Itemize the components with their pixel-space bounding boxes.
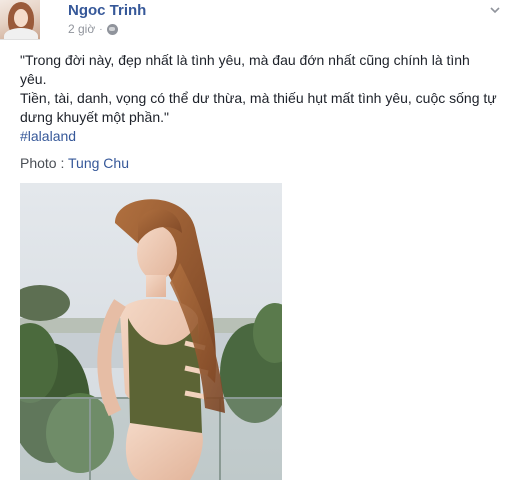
post-photo[interactable]: [20, 183, 282, 480]
avatar-shoulder: [4, 28, 38, 39]
post-text-line-1: "Trong đời này, đẹp nhất là tình yêu, mà…: [20, 52, 470, 87]
avatar-face: [14, 9, 28, 27]
photo-credit-label: Photo :: [20, 155, 69, 171]
author-avatar[interactable]: [0, 0, 40, 40]
hashtag-link[interactable]: #lalaland: [20, 128, 76, 144]
meta-separator: ·: [99, 23, 103, 35]
globe-icon[interactable]: [106, 23, 118, 35]
post-meta: 2 giờ ·: [68, 22, 118, 36]
post-text: "Trong đời này, đẹp nhất là tình yêu, mà…: [20, 51, 500, 146]
author-name[interactable]: Ngoc Trinh: [68, 2, 146, 19]
chevron-down-icon[interactable]: [489, 4, 501, 16]
photo-credit-link[interactable]: Tung Chu: [68, 155, 129, 171]
photo-credit: Photo : Tung Chu: [20, 155, 129, 171]
facebook-post: Ngoc Trinh 2 giờ · "Trong đời này, đẹp n…: [0, 0, 511, 480]
post-photo-image: [20, 183, 282, 480]
post-timestamp[interactable]: 2 giờ: [68, 22, 95, 36]
post-text-line-2: Tiền, tài, danh, vọng có thể dư thừa, mà…: [20, 90, 497, 125]
